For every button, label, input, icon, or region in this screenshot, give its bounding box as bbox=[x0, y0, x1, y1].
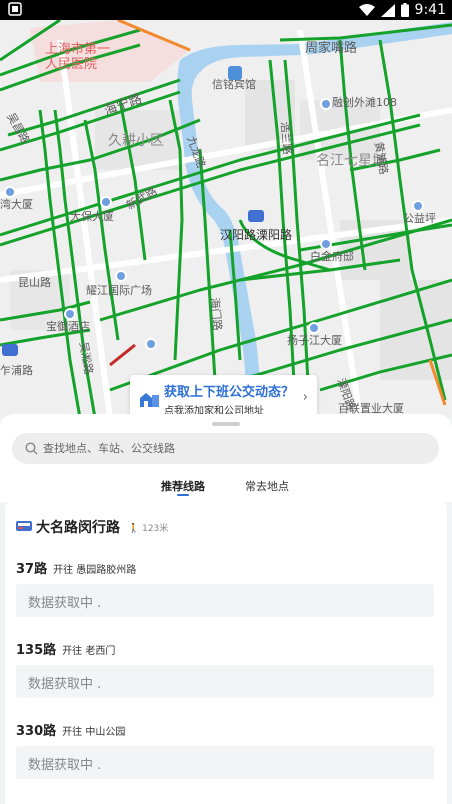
route-number: 330路 bbox=[16, 724, 57, 739]
map-label-baijin: 白金府邸 bbox=[310, 250, 354, 263]
map-label-jiangguo: 耀江国际广场 bbox=[86, 284, 152, 297]
map-label-baoyu: 宝御酒店 bbox=[46, 320, 90, 333]
tab-bar: 推荐线路 常去地点 bbox=[0, 478, 452, 500]
stop-panel: 大名路闵行路 🚶 123米 37路 开往 愚园路胶州路 数据获取中 . 135路… bbox=[5, 502, 447, 804]
route-direction: 开往 中山公园 bbox=[62, 727, 126, 738]
poi-dot-icon[interactable] bbox=[64, 308, 76, 320]
bus-stop-marker-icon[interactable] bbox=[2, 344, 18, 356]
route-number: 37路 bbox=[16, 562, 48, 577]
bottom-sheet: 推荐线路 常去地点 大名路闵行路 🚶 123米 bbox=[0, 414, 452, 804]
status-time: 9:41 bbox=[414, 2, 446, 18]
poi-dot-icon[interactable] bbox=[115, 270, 127, 282]
map-label-kunshan: 昆山路 bbox=[18, 276, 51, 289]
route-direction: 开往 愚园路胶州路 bbox=[53, 565, 137, 576]
sheet-drag-handle[interactable] bbox=[212, 422, 240, 426]
search-icon bbox=[25, 442, 38, 455]
status-bar: 9:41 bbox=[0, 0, 452, 20]
map-label-haimen: 海门路 bbox=[208, 297, 224, 332]
map-label-gongji: 公益坪 bbox=[403, 212, 436, 225]
map-label-hospital: 上海市第一 人民医院 bbox=[45, 42, 111, 72]
poi-dot-icon[interactable] bbox=[100, 196, 112, 208]
poi-dot-icon[interactable] bbox=[145, 338, 157, 350]
hotel-poi-icon[interactable] bbox=[228, 66, 242, 80]
bus-stop-marker-icon[interactable] bbox=[248, 210, 264, 222]
route-status: 数据获取中 . bbox=[28, 758, 102, 773]
signal-icon bbox=[380, 3, 395, 17]
route-item[interactable]: 135路 开往 老西门 数据获取中 . bbox=[16, 639, 436, 698]
poi-dot-icon[interactable] bbox=[320, 238, 332, 250]
poi-dot-icon[interactable] bbox=[4, 186, 16, 198]
search-bar[interactable] bbox=[12, 433, 439, 464]
map-label-yangzijiang: 扬子江大厦 bbox=[287, 334, 342, 347]
tab-frequent-places[interactable]: 常去地点 bbox=[245, 478, 289, 494]
home-office-icon bbox=[140, 393, 159, 407]
map-label-jiugeng: 久耕小区 bbox=[108, 133, 164, 149]
map-label-rongchuang: 融创外滩108 bbox=[332, 96, 397, 109]
map-label-hanyang: 汉阳路溧阳路 bbox=[220, 228, 293, 242]
route-status: 数据获取中 . bbox=[28, 596, 102, 611]
route-status-box: 数据获取中 . bbox=[16, 665, 434, 698]
poi-dot-icon[interactable] bbox=[320, 98, 332, 110]
walk-icon: 🚶 bbox=[128, 523, 140, 534]
wifi-icon bbox=[358, 3, 375, 16]
stop-name: 大名路闵行路 bbox=[36, 520, 120, 536]
app-notification-icon bbox=[8, 2, 22, 16]
route-item[interactable]: 37路 开往 愚园路胶州路 数据获取中 . bbox=[16, 558, 436, 617]
poi-dot-icon[interactable] bbox=[412, 200, 424, 212]
route-item[interactable]: 330路 开往 中山公园 数据获取中 . bbox=[16, 720, 436, 779]
map-label-zhoujiazui: 周家嘴路 bbox=[305, 41, 358, 56]
stop-distance-value: 123米 bbox=[142, 523, 169, 534]
bus-stop-icon bbox=[16, 521, 32, 531]
stop-distance: 🚶 123米 bbox=[128, 521, 168, 534]
route-status-box: 数据获取中 . bbox=[16, 746, 434, 779]
route-number: 135路 bbox=[16, 643, 57, 658]
map-label-haolan: 浩兰路 bbox=[278, 121, 294, 156]
map-label-wan: 湾大厦 bbox=[0, 198, 33, 211]
battery-icon bbox=[400, 3, 409, 17]
commute-prompt-card[interactable]: 获取上下班公交动态？ 点我添加家和公司地址 › bbox=[130, 375, 317, 418]
tab-recommended-routes[interactable]: 推荐线路 bbox=[161, 478, 205, 494]
stop-header[interactable]: 大名路闵行路 🚶 123米 bbox=[16, 518, 168, 536]
route-direction: 开往 老西门 bbox=[62, 646, 116, 657]
poi-dot-icon[interactable] bbox=[308, 322, 320, 334]
map-label-dabao: 大保大厦 bbox=[70, 210, 114, 223]
map-view[interactable]: 上海市第一 人民医院 周家嘴路 海宁路 信铭宾馆 融创外滩108 久耕小区 名江… bbox=[0, 20, 452, 418]
active-tab-indicator bbox=[177, 494, 189, 496]
route-status: 数据获取中 . bbox=[28, 677, 102, 692]
commute-title: 获取上下班公交动态？ bbox=[164, 385, 295, 400]
search-input[interactable] bbox=[43, 433, 423, 464]
routes-content: 大名路闵行路 🚶 123米 37路 开往 愚园路胶州路 数据获取中 . 135路… bbox=[0, 502, 452, 804]
bus-app-screen: 9:41 上海市第一 人民医院 周家嘴路 海宁路 信铭宾馆 融创外滩108 久耕… bbox=[0, 0, 452, 804]
route-status-box: 数据获取中 . bbox=[16, 584, 434, 617]
map-label-zhaping: 乍浦路 bbox=[0, 364, 33, 377]
chevron-right-icon: › bbox=[302, 390, 308, 405]
